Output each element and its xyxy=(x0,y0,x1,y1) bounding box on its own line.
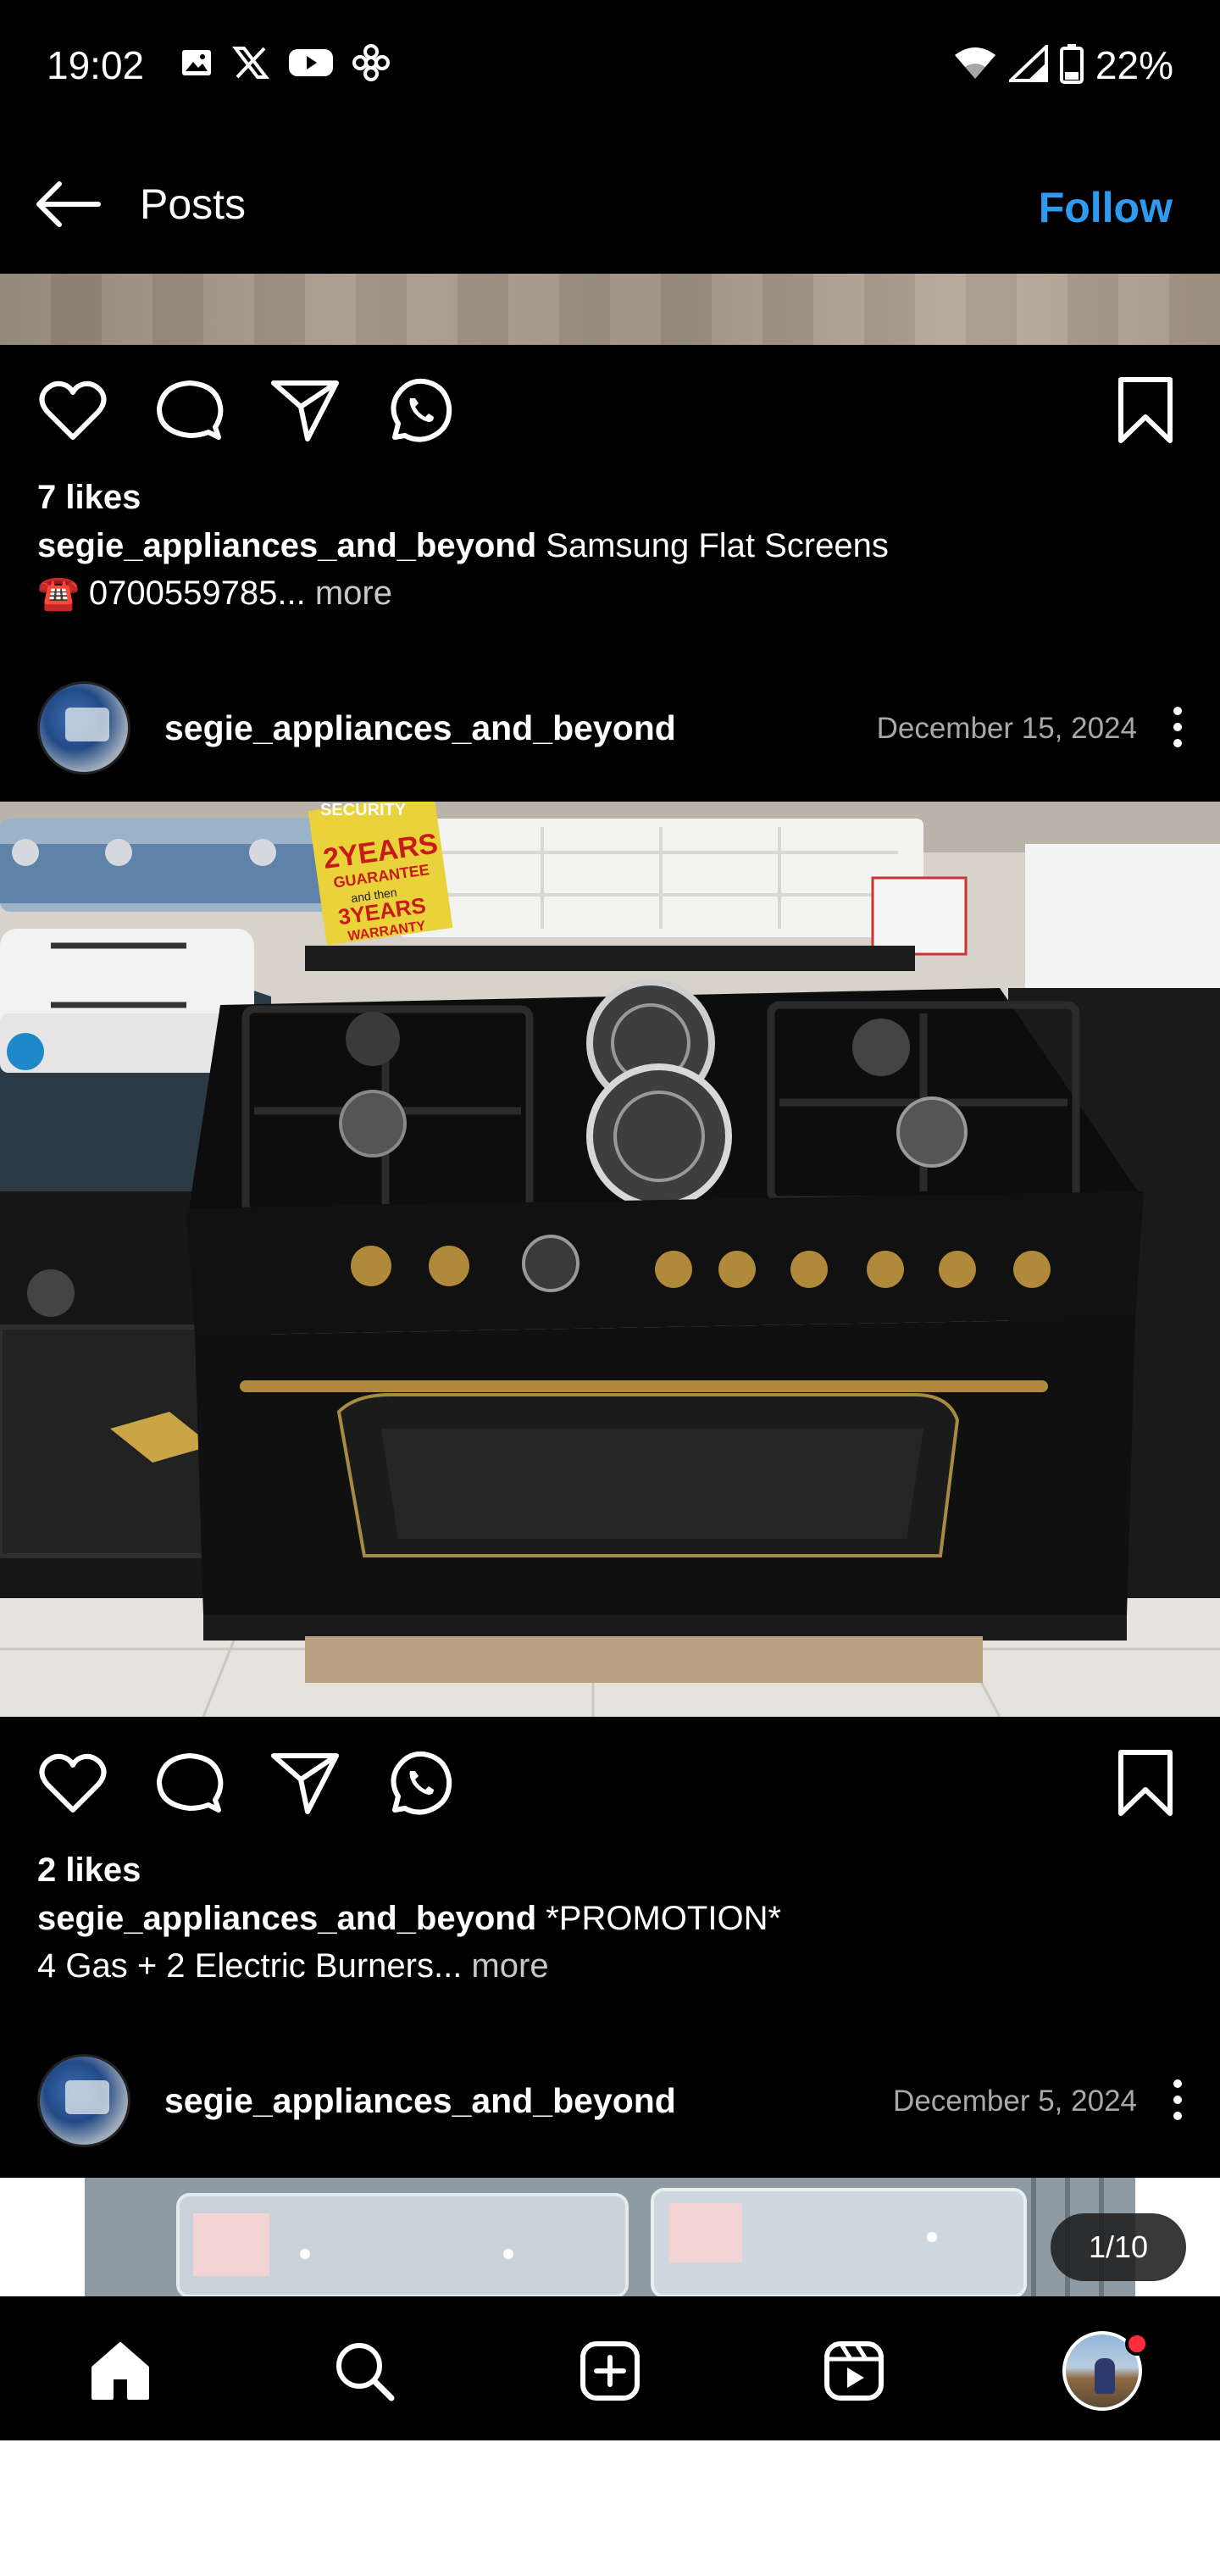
gallery-icon xyxy=(180,46,214,84)
stove-photo: SECURITY 2YEARS GUARANTEE and then 3YEAR… xyxy=(0,802,1220,1717)
send-icon xyxy=(271,380,339,441)
caption-text: *PROMOTION* xyxy=(536,1900,782,1937)
likes-count[interactable]: 7 likes xyxy=(37,479,141,517)
notification-dot xyxy=(1125,2332,1149,2356)
comment-button[interactable] xyxy=(154,375,225,446)
battery-percentage: 22% xyxy=(1095,43,1173,87)
whatsapp-button[interactable] xyxy=(385,375,456,446)
nav-create[interactable] xyxy=(568,2329,652,2413)
share-button[interactable] xyxy=(269,375,341,446)
likes-count[interactable]: 2 likes xyxy=(37,1852,141,1890)
youtube-icon xyxy=(288,46,334,84)
search-icon xyxy=(336,2343,395,2401)
send-icon xyxy=(271,1753,339,1814)
create-icon xyxy=(580,2341,640,2401)
nav-profile[interactable] xyxy=(1056,2329,1149,2413)
wifi-icon xyxy=(953,45,997,86)
post-caption[interactable]: segie_appliances_and_beyond *PROMOTION* … xyxy=(37,1895,1190,1990)
nav-reels[interactable] xyxy=(812,2329,896,2413)
post-actions xyxy=(0,356,1220,449)
back-button[interactable] xyxy=(34,176,110,236)
previous-post-image[interactable] xyxy=(0,274,1220,345)
like-button[interactable] xyxy=(37,375,108,446)
like-button[interactable] xyxy=(37,1747,108,1818)
more-options-button[interactable] xyxy=(1161,702,1195,752)
status-time: 19:02 xyxy=(47,43,145,87)
post-image[interactable] xyxy=(0,2178,1220,2296)
home-icon xyxy=(92,2342,149,2400)
post-username[interactable]: segie_appliances_and_beyond xyxy=(164,2081,676,2121)
status-notification-icons xyxy=(180,44,390,86)
posts-header: Posts Follow xyxy=(0,161,1220,254)
post-date: December 5, 2024 xyxy=(893,2085,1137,2118)
comment-icon xyxy=(157,380,224,440)
whatsapp-icon xyxy=(391,378,452,442)
app-icon xyxy=(352,44,390,86)
signal-icon xyxy=(1006,42,1048,86)
more-link[interactable]: more xyxy=(462,1947,548,1985)
follow-button[interactable]: Follow xyxy=(1039,183,1173,232)
arrow-left-icon xyxy=(34,179,102,234)
blank-area xyxy=(0,2440,1220,2576)
comment-button[interactable] xyxy=(154,1747,225,1818)
more-options-button[interactable] xyxy=(1161,2074,1195,2125)
carousel-counter: 1/10 xyxy=(1051,2213,1186,2281)
post-date: December 15, 2024 xyxy=(876,712,1137,745)
post-header: segie_appliances_and_beyond December 15,… xyxy=(0,675,1220,776)
share-button[interactable] xyxy=(269,1747,341,1818)
glass-panels-photo xyxy=(0,2178,1220,2296)
avatar[interactable] xyxy=(37,681,130,774)
status-system-icons: 22% xyxy=(953,42,1173,88)
comment-icon xyxy=(157,1753,224,1813)
more-link[interactable]: more xyxy=(306,575,392,612)
bookmark-icon xyxy=(1118,1750,1173,1816)
post-username[interactable]: segie_appliances_and_beyond xyxy=(164,708,676,748)
bottom-navigation xyxy=(0,2296,1220,2440)
avatar[interactable] xyxy=(37,2054,130,2147)
whatsapp-icon xyxy=(391,1751,452,1815)
status-bar: 19:02 22% xyxy=(0,0,1220,136)
heart-icon xyxy=(39,1753,107,1813)
caption-username[interactable]: segie_appliances_and_beyond xyxy=(37,1900,536,1937)
caption-line: ☎️ 0700559785... xyxy=(37,575,306,612)
whatsapp-button[interactable] xyxy=(385,1747,456,1818)
heart-icon xyxy=(39,380,107,440)
reels-icon xyxy=(824,2341,884,2401)
save-button[interactable] xyxy=(1110,375,1181,446)
save-button[interactable] xyxy=(1110,1747,1181,1818)
caption-username[interactable]: segie_appliances_and_beyond xyxy=(37,527,536,564)
bookmark-icon xyxy=(1118,377,1173,443)
security-label: SECURITY xyxy=(320,802,407,819)
page-title: Posts xyxy=(140,180,247,228)
caption-text: Samsung Flat Screens xyxy=(536,527,889,564)
post-actions xyxy=(0,1729,1220,1822)
x-icon xyxy=(231,46,270,84)
post-caption[interactable]: segie_appliances_and_beyond Samsung Flat… xyxy=(37,522,1190,617)
caption-line: 4 Gas + 2 Electric Burners... xyxy=(37,1947,463,1985)
battery-icon xyxy=(1059,43,1084,88)
post-image[interactable]: SECURITY 2YEARS GUARANTEE and then 3YEAR… xyxy=(0,802,1220,1717)
nav-home[interactable] xyxy=(78,2329,163,2413)
post-header: segie_appliances_and_beyond December 5, … xyxy=(0,2047,1220,2149)
nav-search[interactable] xyxy=(322,2329,407,2413)
